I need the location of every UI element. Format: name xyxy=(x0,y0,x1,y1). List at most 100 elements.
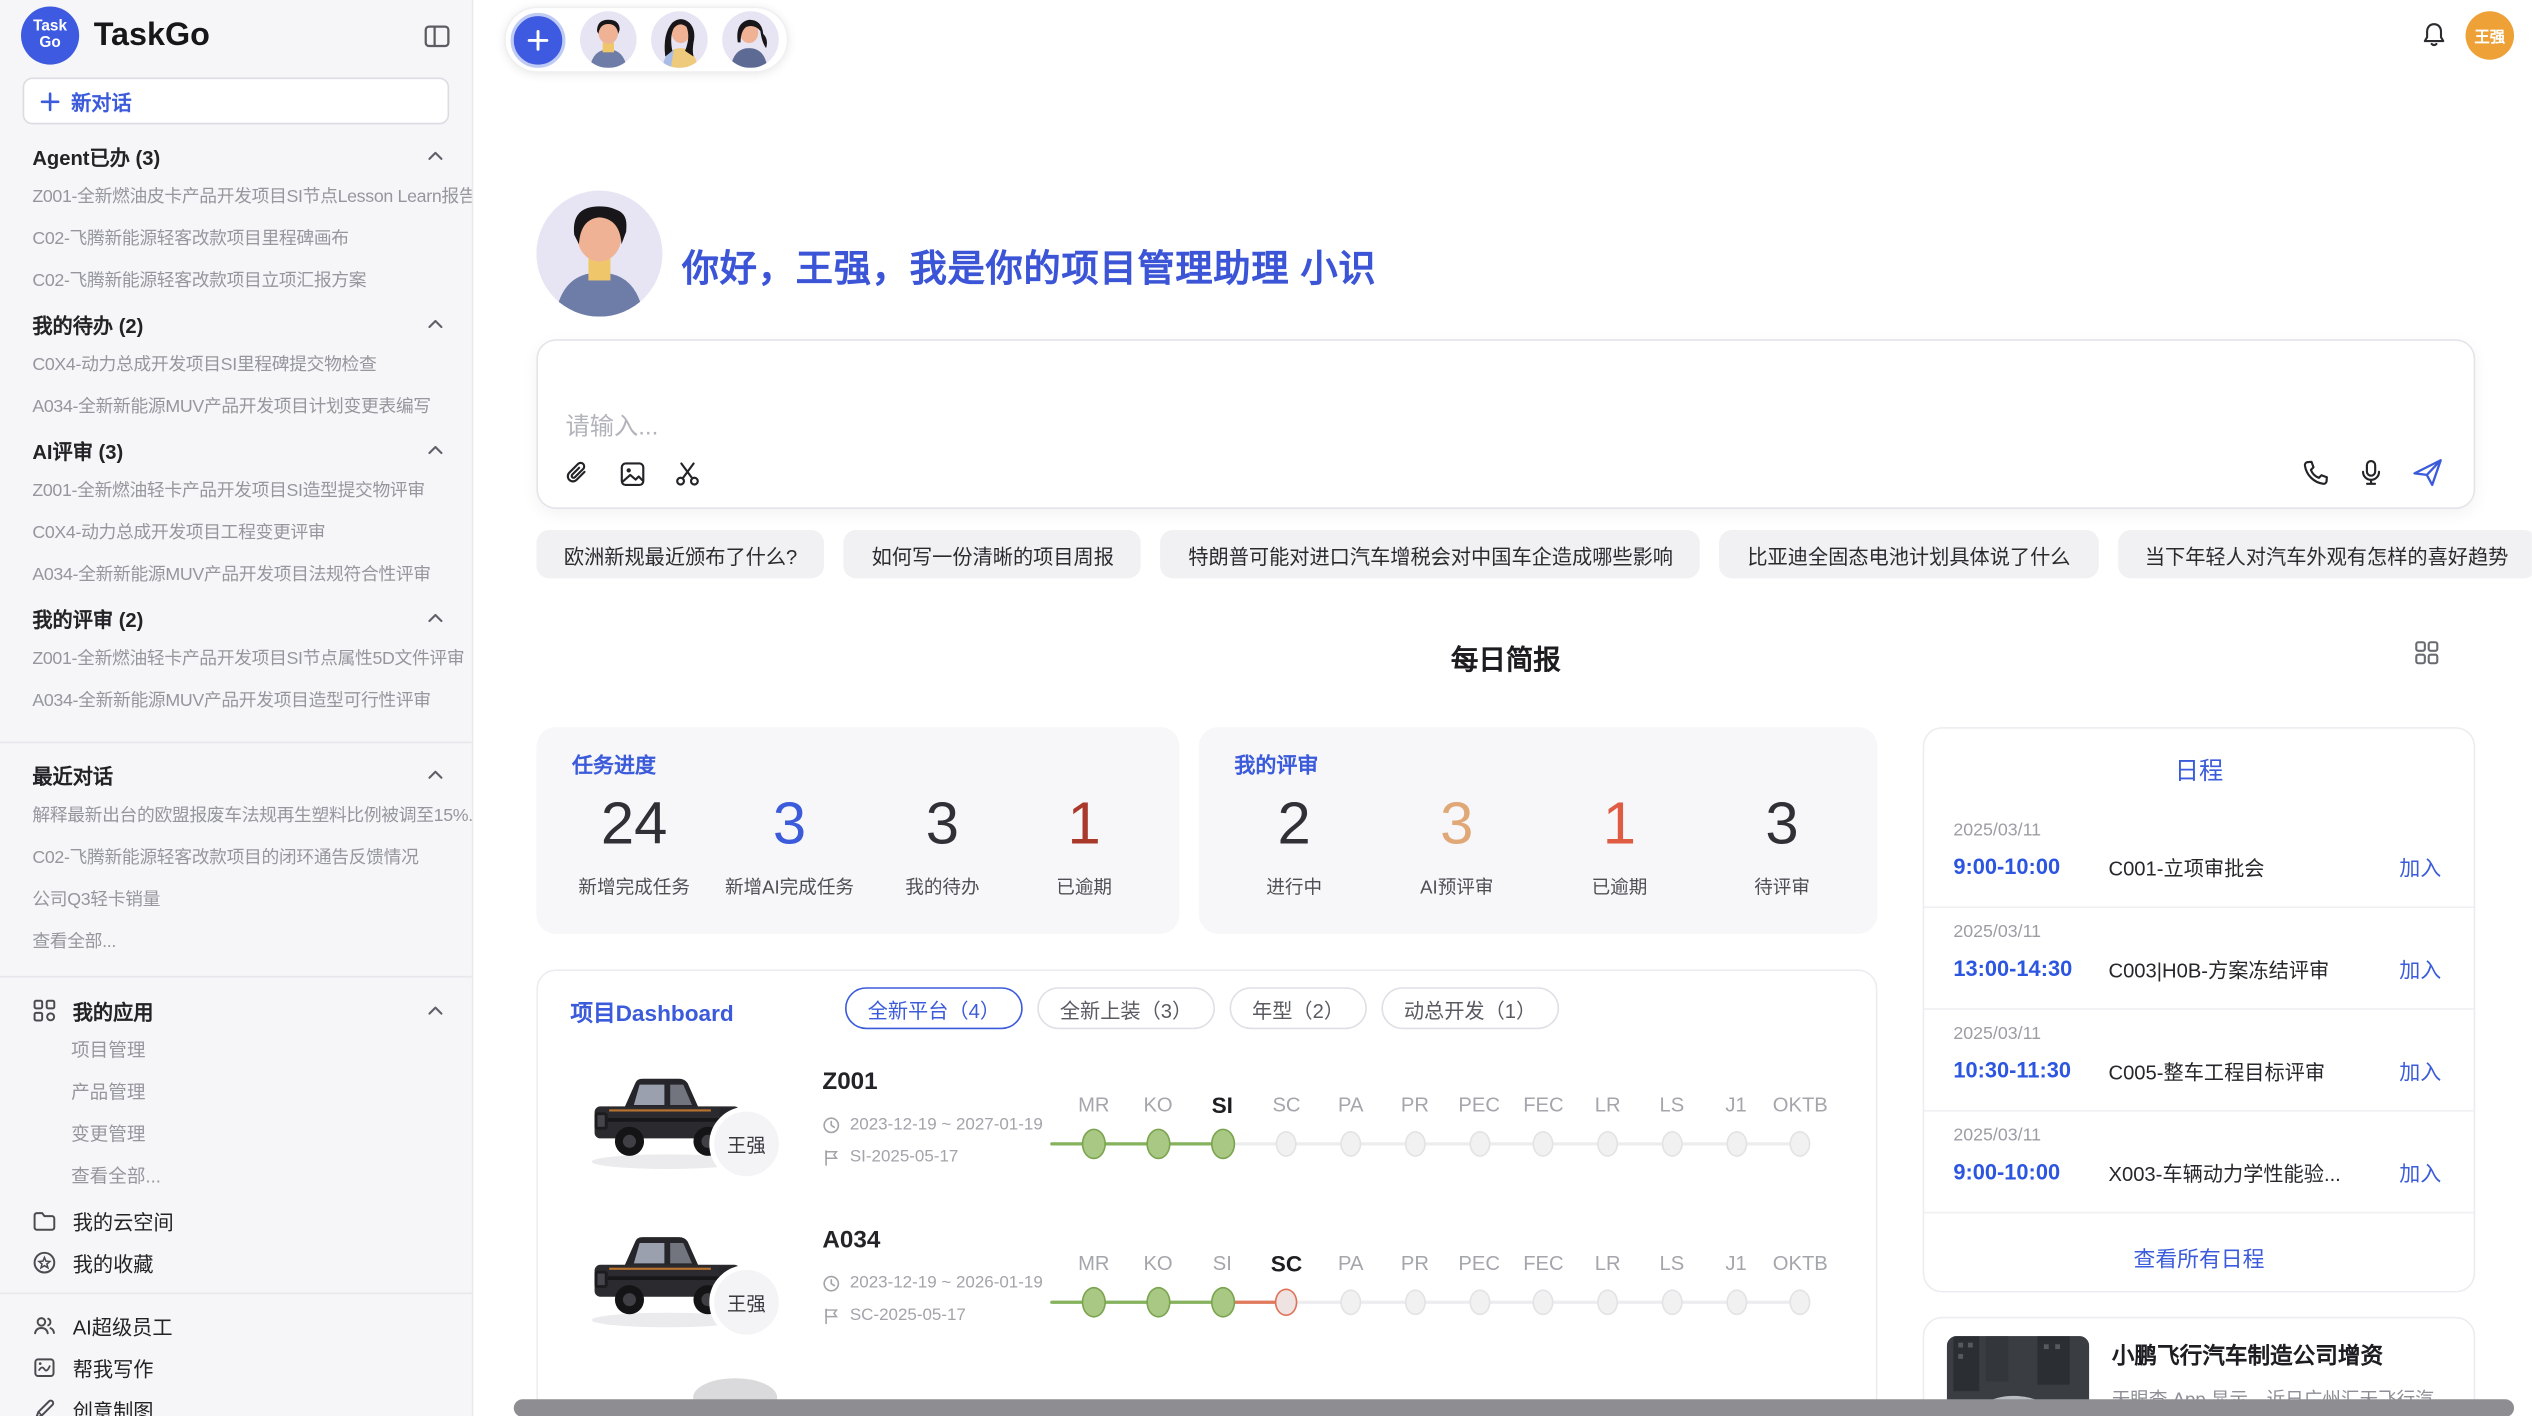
join-link[interactable]: 加入 xyxy=(2399,851,2441,882)
milestone-dot xyxy=(1790,1289,1811,1315)
milestone-label: PR xyxy=(1401,1252,1429,1275)
folder-icon xyxy=(32,1208,56,1232)
chat-input-card[interactable]: 请输入... xyxy=(536,339,2475,509)
milestone-label: LR xyxy=(1595,1252,1621,1275)
milestone-label: MR xyxy=(1078,1094,1109,1117)
sidebar-task-item[interactable]: C02-飞腾新能源轻客改款项目里程碑画布 xyxy=(0,218,472,260)
milestone-label: OKTB xyxy=(1773,1094,1828,1117)
sidebar-section-header[interactable]: Agent已办 (3) xyxy=(0,134,472,176)
suggestion-chip[interactable]: 如何写一份清晰的项目周报 xyxy=(844,530,1141,578)
suggestion-chip[interactable]: 欧洲新规最近颁布了什么? xyxy=(536,530,824,578)
sidebar-task-item[interactable]: A034-全新新能源MUV产品开发项目造型可行性评审 xyxy=(0,680,472,722)
sidebar-task-item[interactable]: Z001-全新燃油皮卡产品开发项目SI节点Lesson Learn报告 xyxy=(0,176,472,218)
recent-chat-item[interactable]: 查看全部... xyxy=(0,921,472,963)
my-review-card: 我的评审2进行中3AI预评审1已逾期3待评审 xyxy=(1199,727,1878,934)
new-chat-button[interactable]: 新对话 xyxy=(23,78,450,125)
milestone-dot xyxy=(1469,1289,1490,1315)
image-icon[interactable] xyxy=(617,459,648,490)
sidebar-task-item[interactable]: A034-全新新能源MUV产品开发项目计划变更表编写 xyxy=(0,386,472,428)
new-chat-label: 新对话 xyxy=(71,86,132,117)
notification-bell-icon[interactable] xyxy=(2420,21,2447,48)
sidebar-item-favorites[interactable]: 我的收藏 xyxy=(0,1241,472,1283)
recent-chat-item[interactable]: C02-飞腾新能源轻客改款项目的闭环通告反馈情况 xyxy=(0,837,472,879)
sidebar-task-item[interactable]: Z001-全新燃油轻卡产品开发项目SI节点属性5D文件评审 xyxy=(0,638,472,680)
app-window: Task Go TaskGo 新对话 Agent已办 (3)Z001-全新燃油皮… xyxy=(0,0,2532,1416)
agent-avatar-1[interactable] xyxy=(580,11,637,68)
project-dates-text: 2023-12-19 ~ 2026-01-19 xyxy=(850,1273,1043,1292)
phone-icon[interactable] xyxy=(2301,457,2332,488)
sidebar-task-item[interactable]: C02-飞腾新能源轻客改款项目立项汇报方案 xyxy=(0,260,472,302)
project-code: A034 xyxy=(822,1226,880,1253)
horizontal-scrollbar[interactable] xyxy=(514,1399,2514,1416)
sidebar-task-item[interactable]: Z001-全新燃油轻卡产品开发项目SI造型提交物评审 xyxy=(0,470,472,512)
sidebar-item-tool[interactable]: 帮我写作 xyxy=(0,1346,472,1388)
my-apps-subitem[interactable]: 变更管理 xyxy=(0,1115,472,1157)
recent-chat-item[interactable]: 公司Q3轻卡销量 xyxy=(0,879,472,921)
dashboard-filter-chip[interactable]: 全新上装（3） xyxy=(1037,987,1215,1029)
join-link[interactable]: 加入 xyxy=(2399,1055,2441,1086)
milestone-label: KO xyxy=(1143,1094,1172,1117)
sidebar-task-item[interactable]: C0X4-动力总成开发项目工程变更评审 xyxy=(0,512,472,554)
paperclip-icon[interactable] xyxy=(562,459,593,490)
project-row: 王强 A034 2023-12-19 ~ 2026-01-19 SC-2025-05-… xyxy=(538,1207,1876,1365)
project-owner-badge: 王强 xyxy=(709,1265,783,1339)
dashboard-filter-chip[interactable]: 动总开发（1） xyxy=(1381,987,1559,1029)
sidebar-item-cloud-space[interactable]: 我的云空间 xyxy=(0,1199,472,1241)
stat-column: 3待评审 xyxy=(1729,788,1836,899)
dashboard-filter-chip[interactable]: 年型（2） xyxy=(1229,987,1366,1029)
my-apps-subitem[interactable]: 项目管理 xyxy=(0,1031,472,1073)
view-all-schedule-link[interactable]: 查看所有日程 xyxy=(1924,1241,2473,1273)
sidebar-item-tool[interactable]: AI超级员工 xyxy=(0,1304,472,1346)
suggestion-chip[interactable]: 当下年轻人对汽车外观有怎样的喜好趋势 xyxy=(2117,530,2531,578)
divider xyxy=(0,1293,472,1295)
agent-avatar-3[interactable] xyxy=(722,11,779,68)
project-flag: SC-2025-05-17 xyxy=(822,1305,965,1324)
my-apps-subitem[interactable]: 产品管理 xyxy=(0,1073,472,1115)
sidebar-task-item[interactable]: C0X4-动力总成开发项目SI里程碑提交物检查 xyxy=(0,344,472,386)
add-agent-button[interactable] xyxy=(511,12,566,67)
collapse-sidebar-icon[interactable] xyxy=(423,22,450,49)
sidebar-section-header[interactable]: 我的评审 (2) xyxy=(0,596,472,638)
grid-icon[interactable] xyxy=(2414,640,2440,666)
milestone-label: J1 xyxy=(1725,1252,1746,1275)
scissors-icon[interactable] xyxy=(672,459,703,490)
send-icon[interactable] xyxy=(2411,456,2445,490)
join-link[interactable]: 加入 xyxy=(2399,953,2441,984)
chevron-up-icon xyxy=(425,607,446,628)
stat-label: 待评审 xyxy=(1729,874,1836,900)
clock-icon xyxy=(822,1116,840,1134)
recent-chats-header[interactable]: 最近对话 xyxy=(0,753,472,795)
sidebar-section-header[interactable]: AI评审 (3) xyxy=(0,428,472,470)
milestone-label: FEC xyxy=(1523,1252,1563,1275)
milestone-label: SI xyxy=(1213,1252,1232,1275)
stat-value: 24 xyxy=(578,788,689,859)
user-avatar[interactable]: 王强 xyxy=(2466,11,2514,59)
recent-chat-item[interactable]: 解释最新出台的欧盟报废车法规再生塑料比例被调至15%... xyxy=(0,795,472,837)
people-icon xyxy=(32,1313,56,1337)
sidebar-task-item[interactable]: A034-全新新能源MUV产品开发项目法规符合性评审 xyxy=(0,554,472,596)
project-flag: SI-2025-05-17 xyxy=(822,1147,958,1166)
taskgo-logo: Task Go xyxy=(21,6,79,64)
sidebar-task-sections: Agent已办 (3)Z001-全新燃油皮卡产品开发项目SI节点Lesson L… xyxy=(0,134,472,1416)
assistant-avatar xyxy=(536,191,662,317)
tool-label: AI超级员工 xyxy=(73,1310,173,1341)
stat-label: 我的待办 xyxy=(889,874,996,900)
sidebar-section-header[interactable]: 我的待办 (2) xyxy=(0,302,472,344)
task-progress-card: 任务进度24新增完成任务3新增AI完成任务3我的待办1已逾期 xyxy=(536,727,1179,934)
suggestion-chip[interactable]: 比亚迪全固态电池计划具体说了什么 xyxy=(1720,530,2098,578)
my-apps-subitem[interactable]: 查看全部... xyxy=(0,1157,472,1199)
dashboard-filter-chip[interactable]: 全新平台（4） xyxy=(845,987,1023,1029)
agent-avatar-2[interactable] xyxy=(651,11,708,68)
join-link[interactable]: 加入 xyxy=(2399,1157,2441,1188)
sidebar-item-tool[interactable]: 创意制图 xyxy=(0,1388,472,1416)
mic-icon[interactable] xyxy=(2356,457,2387,488)
stat-label: 已逾期 xyxy=(1566,874,1673,900)
milestone-dot xyxy=(1469,1131,1490,1157)
sidebar-item-my-apps[interactable]: 我的应用 xyxy=(0,989,472,1031)
daily-briefing-title: 每日简报 xyxy=(1451,637,1561,677)
milestone-label: SC xyxy=(1272,1094,1300,1117)
stat-value: 3 xyxy=(889,788,996,859)
suggestion-chip[interactable]: 特朗普可能对进口汽车增税会对中国车企造成哪些影响 xyxy=(1161,530,1701,578)
schedule-time: 10:30-11:30 xyxy=(1953,1058,2108,1082)
tool-label: 创意制图 xyxy=(73,1394,154,1416)
